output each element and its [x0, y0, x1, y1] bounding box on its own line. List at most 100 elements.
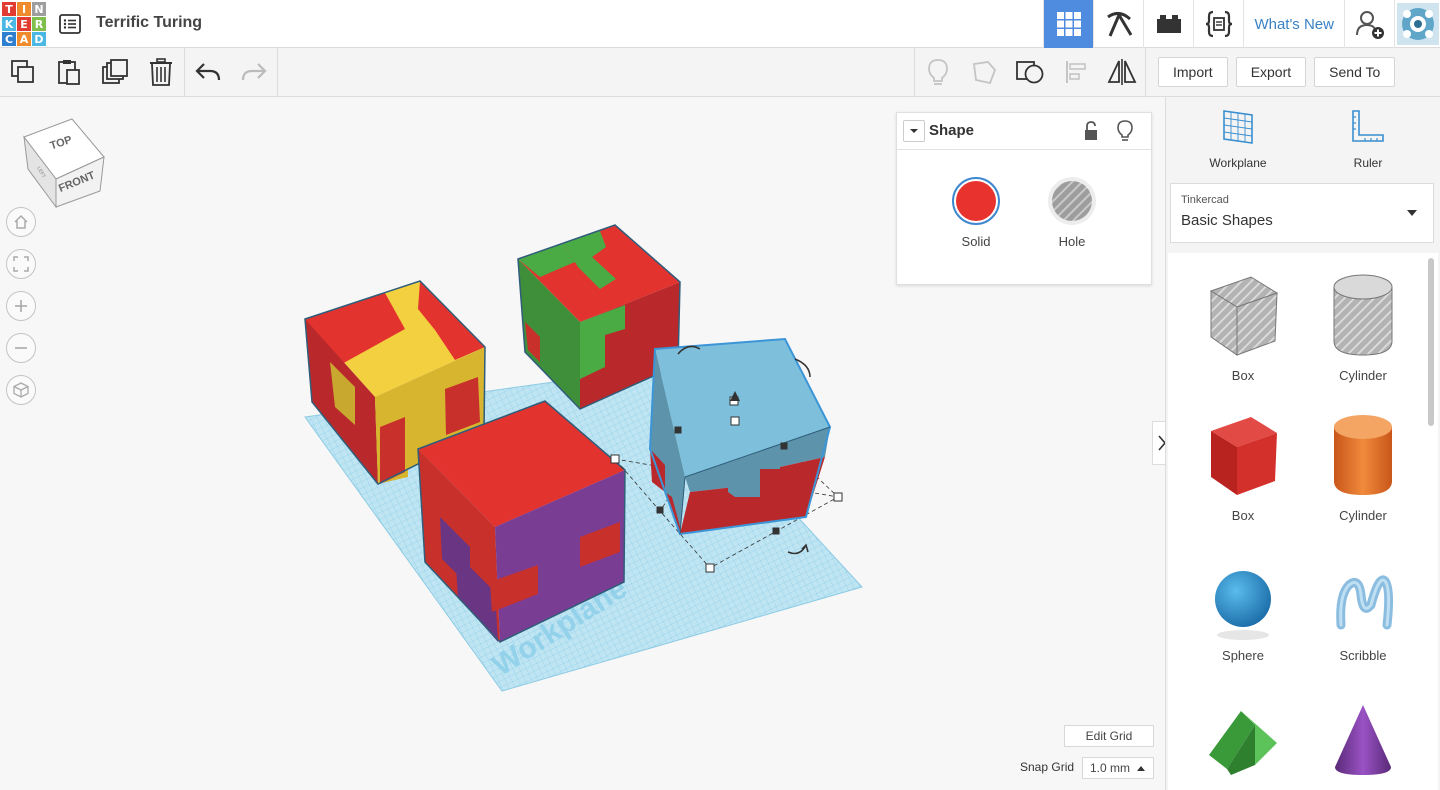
ungroup-button[interactable] [1007, 48, 1053, 96]
shape-tools: Import Export Send To [914, 48, 1403, 96]
user-avatar[interactable] [1394, 0, 1440, 48]
caret-up-icon [1137, 766, 1145, 771]
shape-item-cone[interactable] [1303, 695, 1423, 788]
ruler-tool[interactable]: Ruler [1328, 107, 1408, 170]
zoom-in-button[interactable] [6, 291, 36, 321]
notes-button[interactable] [915, 48, 961, 96]
redo-button[interactable] [231, 48, 277, 96]
export-button[interactable]: Export [1235, 57, 1307, 87]
home-view-button[interactable] [6, 207, 36, 237]
ruler-tool-label: Ruler [1353, 156, 1383, 170]
caret-down-icon [910, 129, 918, 133]
edit-toolbar: Import Export Send To [0, 48, 1440, 97]
shape-label: Cylinder [1339, 508, 1387, 523]
logo-letter: R [32, 17, 46, 31]
duplicate-button[interactable] [92, 48, 138, 96]
tinkercad-logo[interactable]: TIN KER CAD [2, 2, 46, 46]
caret-down-icon [1407, 210, 1417, 216]
perspective-button[interactable] [6, 375, 36, 405]
fit-view-button[interactable] [6, 249, 36, 279]
3d-design-view-button[interactable] [1043, 0, 1094, 48]
shape-item-roof[interactable] [1183, 695, 1303, 788]
shape-label: Cylinder [1339, 368, 1387, 383]
cone-icon [1335, 705, 1391, 775]
add-user-icon [1355, 11, 1384, 39]
group-shapes-icon [972, 61, 997, 85]
shape-label: Scribble [1339, 648, 1387, 663]
ruler-icon [1352, 110, 1384, 142]
lightbulb-icon [928, 59, 948, 85]
shape-item-cylinder[interactable]: Cylinder [1303, 411, 1423, 523]
shape-item-box[interactable]: Box [1183, 411, 1303, 523]
project-title[interactable]: Terrific Turing [96, 14, 202, 32]
inspector-header: Shape [897, 113, 1151, 150]
redo-icon [241, 63, 267, 81]
cylinder-icon [1334, 415, 1392, 495]
logo-letter: E [17, 17, 31, 31]
hole-label: Hole [1058, 234, 1086, 249]
avatar-icon [1396, 3, 1439, 45]
copy-button[interactable] [0, 48, 46, 96]
send-to-button[interactable]: Send To [1314, 57, 1396, 87]
top-bar: TIN KER CAD Terrific Turing What's New [0, 0, 1440, 48]
design-list-icon[interactable] [58, 12, 82, 36]
box-icon [1211, 417, 1277, 495]
shape-library-select[interactable]: Tinkercad Basic Shapes [1170, 183, 1434, 243]
logo-letter: A [17, 32, 31, 46]
edit-tools [0, 48, 278, 96]
snap-grid-select[interactable]: 1.0 mm [1082, 757, 1154, 779]
logo-letter: K [2, 17, 16, 31]
shape-list: Box Cylinder Box Cylinder Sphere Scribbl… [1168, 253, 1438, 790]
align-button[interactable] [1053, 48, 1099, 96]
logo-letter: I [17, 2, 31, 16]
whats-new-link[interactable]: What's New [1243, 0, 1344, 48]
shape-list-scrollbar[interactable] [1428, 258, 1434, 426]
workplane-tool[interactable]: Workplane [1198, 107, 1278, 170]
solid-label: Solid [961, 234, 991, 249]
shape-item-sphere[interactable]: Sphere [1183, 555, 1303, 663]
blocks-view-button[interactable] [1093, 0, 1143, 48]
paste-button[interactable] [46, 48, 92, 96]
logo-letter: T [2, 2, 16, 16]
workplane-icon [1223, 110, 1253, 144]
align-icon [1066, 61, 1086, 83]
zoom-out-button[interactable] [6, 333, 36, 363]
sphere-icon [1215, 571, 1271, 640]
mirror-icon [1107, 59, 1137, 85]
shape-label: Sphere [1222, 648, 1264, 663]
import-button[interactable]: Import [1158, 57, 1228, 87]
shape-item-box-hole[interactable]: Box [1183, 271, 1303, 383]
shape-label: Box [1231, 508, 1255, 523]
tinkercad-app: TINKERCAD Terrific Turing What's New Imp… [0, 0, 1440, 790]
ungroup-icon [1016, 61, 1044, 84]
delete-button[interactable] [138, 48, 184, 96]
home-icon [14, 214, 28, 229]
shape-item-cylinder-hole[interactable]: Cylinder [1303, 271, 1423, 383]
undo-icon [195, 63, 221, 81]
light-blue-cube[interactable] [648, 337, 832, 536]
inspector-collapse-button[interactable] [903, 120, 925, 142]
solid-swatch[interactable] [952, 177, 1000, 225]
top-right-nav: What's New [1043, 0, 1440, 48]
shape-inspector: Shape Solid Hole [896, 112, 1152, 285]
undo-button[interactable] [185, 48, 231, 96]
shape-item-scribble[interactable]: Scribble [1303, 555, 1423, 663]
mirror-button[interactable] [1099, 48, 1145, 96]
lightbulb-icon [1117, 120, 1133, 141]
edit-grid-button[interactable]: Edit Grid [1064, 725, 1154, 747]
view-cube[interactable]: TOP FRONT LEFT [23, 118, 105, 209]
group-button[interactable] [961, 48, 1007, 96]
note-lightbulb-button[interactable] [1117, 120, 1133, 147]
bricks-view-button[interactable] [1143, 0, 1193, 48]
lock-button[interactable] [1083, 121, 1099, 146]
unlock-icon [1085, 121, 1097, 140]
add-user-button[interactable] [1344, 0, 1394, 48]
codeblocks-view-button[interactable] [1193, 0, 1243, 48]
minus-icon [15, 347, 27, 349]
trash-icon [150, 58, 172, 86]
copy-icon [11, 60, 34, 83]
pickaxe-icon [1107, 12, 1133, 37]
library-category: Tinkercad [1181, 194, 1229, 206]
shape-label: Box [1231, 368, 1255, 383]
hole-swatch[interactable] [1048, 177, 1096, 225]
